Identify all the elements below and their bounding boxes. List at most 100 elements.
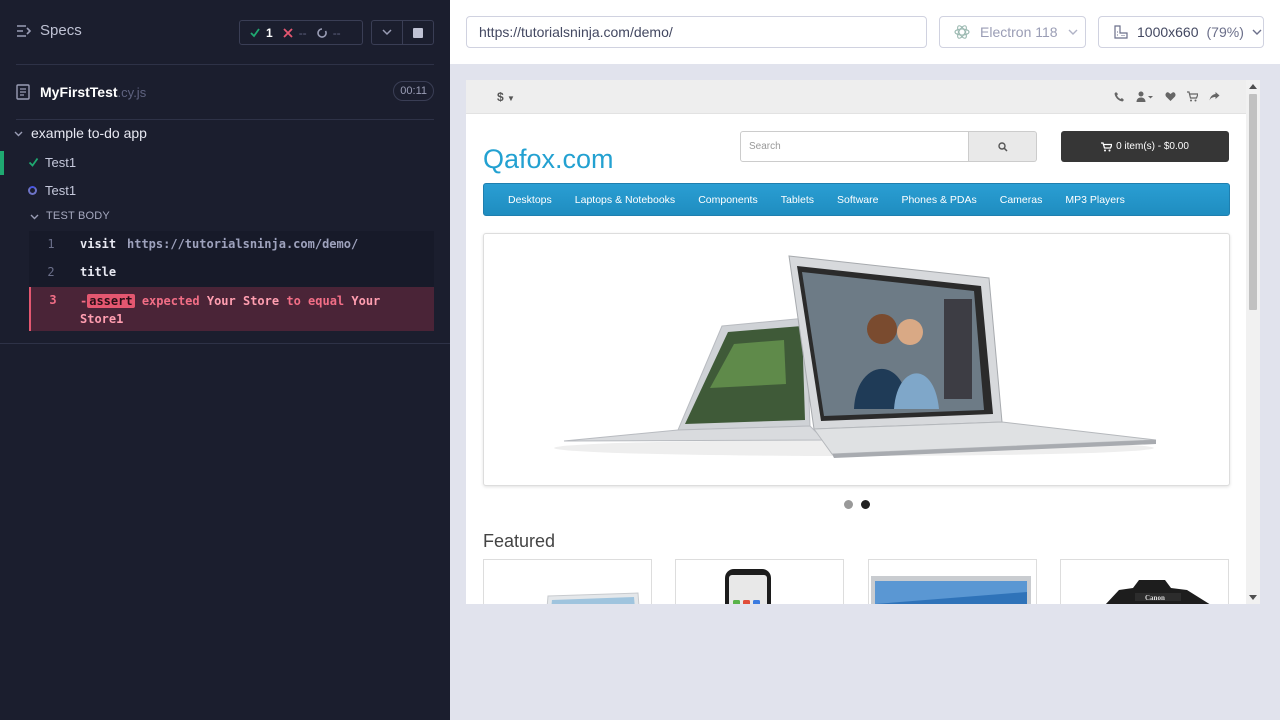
specs-list-icon (17, 24, 32, 37)
chevron-down-icon (30, 214, 39, 219)
camera-product-image: Canon (1105, 580, 1210, 604)
failed-count: -- (298, 25, 307, 40)
menu-item-desktops[interactable]: Desktops (508, 194, 552, 206)
product-card[interactable] (483, 559, 652, 604)
divider (16, 64, 434, 65)
currency-dropdown[interactable]: $ ▼ (497, 90, 515, 104)
menu-item-mp3[interactable]: MP3 Players (1065, 194, 1125, 206)
command-name: title (80, 265, 117, 279)
reporter-header: Specs 1 -- -- (0, 0, 450, 65)
cart-icon (1101, 141, 1113, 151)
hero-slideshow[interactable] (483, 233, 1230, 486)
command-row[interactable]: 2 title (29, 259, 434, 287)
pending-icon (316, 27, 327, 38)
reporter-panel: Specs 1 -- -- MyFirstTest .cy.js 00:11 e… (0, 0, 450, 720)
suite-row[interactable]: example to-do app (14, 125, 147, 141)
site-search-input[interactable]: Search (740, 131, 969, 162)
browser-name: Electron 118 (980, 24, 1058, 40)
expand-toggle-button[interactable] (372, 21, 402, 44)
aut-iframe: $ ▼ Qafox.com Search 0 item(s) - $0.00 D… (466, 80, 1260, 604)
browser-selector[interactable]: Electron 118 (939, 16, 1086, 48)
command-number: 2 (47, 265, 55, 279)
command-argument: https://tutorialsninja.com/demo/ (127, 237, 359, 251)
test-title: Test1 (45, 183, 77, 198)
scroll-up-arrow[interactable] (1249, 84, 1257, 89)
command-number: 1 (47, 237, 55, 251)
menu-item-software[interactable]: Software (837, 194, 878, 206)
iframe-scrollbar[interactable] (1246, 80, 1260, 604)
search-icon (997, 141, 1008, 152)
currency-symbol: $ (497, 90, 504, 104)
site-search-button[interactable] (969, 131, 1037, 162)
menu-item-components[interactable]: Components (698, 194, 758, 206)
electron-icon (954, 25, 970, 39)
iphone-product-image (725, 569, 771, 604)
svg-text:Canon: Canon (1145, 594, 1165, 602)
phone-icon[interactable] (1114, 89, 1125, 102)
category-menu: Desktops Laptops & Notebooks Components … (483, 183, 1230, 216)
site-cart-button[interactable]: 0 item(s) - $0.00 (1061, 131, 1229, 162)
assert-text: to equal (286, 294, 345, 308)
test-row-passed[interactable]: Test1 (0, 151, 450, 175)
share-icon[interactable] (1209, 89, 1220, 101)
menu-item-tablets[interactable]: Tablets (781, 194, 814, 206)
assert-actual-value: Your Store (206, 294, 280, 308)
command-name: visit (80, 237, 117, 251)
chevron-down-icon (1068, 29, 1078, 35)
account-icon[interactable] (1136, 89, 1154, 102)
product-card[interactable] (868, 559, 1037, 604)
viewport-selector[interactable]: 1000x660 (79%) (1098, 16, 1264, 48)
passed-stat: 1 (250, 26, 273, 40)
spec-file-row[interactable]: MyFirstTest .cy.js 00:11 (16, 80, 434, 104)
chevron-down-icon (1252, 29, 1262, 35)
viewport-zoom: (79%) (1206, 24, 1244, 40)
stop-icon (413, 27, 424, 38)
divider (0, 343, 450, 344)
menu-item-phones[interactable]: Phones & PDAs (901, 194, 976, 206)
specs-label: Specs (40, 22, 82, 39)
command-number: 3 (49, 293, 57, 307)
stop-button[interactable] (402, 21, 433, 44)
aut-header: https://tutorialsninja.com/demo/ Electro… (450, 0, 1280, 64)
test-body-label: TEST BODY (46, 210, 110, 222)
divider (16, 119, 434, 120)
scroll-thumb[interactable] (1249, 94, 1257, 310)
slide-dot-active[interactable] (861, 500, 870, 509)
failed-stat: -- (283, 26, 307, 40)
assert-text: expected (141, 294, 200, 308)
cart-icon[interactable] (1187, 89, 1199, 102)
slide-dot[interactable] (844, 500, 853, 509)
menu-item-laptops[interactable]: Laptops & Notebooks (575, 194, 675, 206)
check-icon (28, 157, 39, 167)
product-card[interactable]: Canon (1060, 559, 1229, 604)
site-logo[interactable]: Qafox.com (483, 144, 614, 175)
tablet-product-image (546, 592, 640, 604)
assert-badge: assert (87, 294, 135, 308)
test-body-header[interactable]: TEST BODY (30, 210, 110, 222)
pending-stat: -- (316, 26, 341, 40)
slideshow-pagination (844, 500, 870, 509)
monitor-product-image (871, 576, 1031, 604)
featured-heading: Featured (483, 531, 556, 551)
pass-indicator-bar (0, 151, 4, 175)
x-icon (283, 27, 293, 38)
run-controls (371, 20, 434, 45)
spec-extension: .cy.js (117, 84, 147, 100)
test-row-running[interactable]: Test1 (0, 179, 450, 203)
product-card[interactable] (675, 559, 844, 604)
passed-count: 1 (266, 25, 273, 40)
spinner-icon (28, 186, 39, 197)
viewport-size: 1000x660 (1137, 24, 1199, 40)
menu-item-cameras[interactable]: Cameras (1000, 194, 1043, 206)
heart-icon[interactable] (1165, 89, 1176, 101)
failed-assert-row[interactable]: 3 - assert expected Your Store to equal Y… (29, 287, 434, 331)
assert-message: - assert expected Your Store to equal You… (80, 292, 425, 328)
ruler-icon (1114, 25, 1128, 39)
chevron-down-icon (382, 29, 392, 36)
file-icon (16, 84, 30, 100)
top-links (1114, 89, 1220, 102)
specs-button[interactable]: Specs (16, 22, 82, 39)
command-row[interactable]: 1 visit https://tutorialsninja.com/demo/ (29, 231, 434, 259)
url-field[interactable]: https://tutorialsninja.com/demo/ (466, 16, 927, 48)
scroll-down-arrow[interactable] (1249, 595, 1257, 600)
